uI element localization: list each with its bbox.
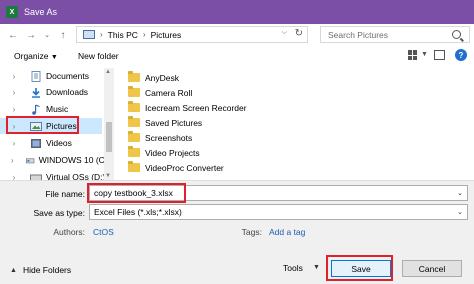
videos-icon — [31, 138, 41, 148]
add-tag-link[interactable]: Add a tag — [269, 227, 305, 237]
file-name-label: File name: — [45, 189, 85, 199]
excel-icon: X — [6, 6, 18, 18]
nav-item-downloads[interactable]: › Downloads — [0, 84, 110, 100]
folder-name: Camera Roll — [145, 87, 193, 98]
pictures-highlight-box — [6, 116, 79, 134]
this-pc-icon — [83, 30, 95, 39]
address-row: ← → ⌄ ↑ › This PC › Pictures ⌵ ↻ Search … — [0, 24, 474, 46]
nav-item-drive-c[interactable]: › WINDOWS 10 (C:) — [0, 152, 110, 168]
chevron-right-icon[interactable]: › — [143, 30, 146, 39]
search-input[interactable]: Search Pictures — [320, 26, 470, 43]
folder-name: Screenshots — [145, 132, 193, 143]
file-list: AnyDesk Camera Roll Icecream Screen Reco… — [128, 70, 474, 180]
preview-pane-icon[interactable] — [434, 50, 445, 60]
nav-item-documents[interactable]: › Documents — [0, 68, 110, 84]
nav-item-videos[interactable]: › Videos — [0, 135, 110, 151]
tools-menu[interactable]: Tools — [283, 263, 303, 273]
help-icon[interactable]: ? — [455, 49, 467, 61]
title-bar: X Save As — [0, 0, 474, 24]
folder-icon — [128, 101, 140, 112]
breadcrumb-pictures[interactable]: Pictures — [151, 30, 182, 40]
list-item[interactable]: VideoProc Converter — [128, 160, 224, 175]
list-item[interactable]: Camera Roll — [128, 85, 192, 100]
chevron-right-icon[interactable]: › — [100, 30, 103, 39]
save-as-type-label: Save as type: — [33, 208, 85, 218]
chevron-right-icon[interactable]: › — [8, 105, 20, 114]
chevron-right-icon[interactable]: › — [8, 156, 16, 165]
new-folder-button[interactable]: New folder — [78, 51, 119, 61]
chevron-right-icon[interactable]: › — [8, 173, 20, 181]
folder-name: AnyDesk — [145, 72, 180, 83]
scroll-up-icon[interactable]: ▲ — [105, 69, 111, 75]
nav-item-music[interactable]: › Music — [0, 101, 110, 117]
nav-label: Virtual OSs (D:) — [46, 172, 106, 180]
search-icon — [452, 30, 461, 39]
folder-name: Saved Pictures — [145, 117, 203, 128]
save-highlight-box — [326, 255, 393, 281]
nav-label: Downloads — [46, 87, 89, 97]
chevron-right-icon[interactable]: › — [8, 139, 20, 148]
list-item[interactable]: AnyDesk — [128, 70, 179, 85]
authors-label: Authors: — [53, 227, 85, 237]
cancel-button[interactable]: Cancel — [402, 260, 462, 277]
back-arrow-icon[interactable]: ← — [6, 26, 20, 44]
drive-icon — [30, 174, 42, 180]
scroll-thumb[interactable] — [106, 122, 112, 152]
list-item[interactable]: Video Projects — [128, 145, 200, 160]
nav-label: Videos — [46, 138, 72, 148]
hide-folders-button[interactable]: ▲ Hide Folders — [10, 265, 71, 275]
folder-icon — [128, 86, 140, 97]
list-item[interactable]: Saved Pictures — [128, 115, 202, 130]
recent-locations-chevron-icon[interactable]: ⌄ — [40, 26, 54, 44]
nav-label: Music — [46, 104, 69, 114]
tags-label: Tags: — [241, 227, 262, 237]
chevron-right-icon[interactable]: › — [8, 72, 20, 81]
folder-icon — [128, 71, 140, 82]
command-bar: Organize ▼ New folder ▼ ? — [0, 46, 474, 68]
save-panel: File name: copy testbook_3.xlsx ⌄ Save a… — [0, 180, 474, 284]
nav-item-drive-d[interactable]: › Virtual OSs (D:) — [0, 169, 110, 180]
nav-label: WINDOWS 10 (C:) — [38, 155, 110, 165]
save-as-type-select[interactable]: Excel Files (*.xls;*.xlsx) ⌄ — [89, 204, 468, 220]
organize-menu[interactable]: Organize ▼ — [14, 51, 58, 61]
hide-folders-label: Hide Folders — [22, 265, 72, 275]
folder-name: Icecream Screen Recorder — [145, 102, 247, 113]
folder-name: Video Projects — [145, 147, 200, 158]
change-view-icon[interactable] — [408, 50, 418, 60]
folder-icon — [128, 116, 140, 127]
chevron-down-icon[interactable]: ⌄ — [457, 189, 463, 197]
save-as-type-value: Excel Files (*.xls;*.xlsx) — [94, 207, 182, 217]
organize-label: Organize — [14, 51, 49, 61]
documents-icon — [31, 70, 41, 82]
chevron-right-icon[interactable]: › — [8, 88, 20, 97]
nav-scrollbar[interactable]: ▲ ▼ — [104, 68, 114, 180]
folder-icon — [128, 146, 140, 157]
chevron-down-icon[interactable]: ▼ — [421, 51, 428, 58]
music-icon — [32, 103, 40, 115]
folder-name: VideoProc Converter — [145, 162, 224, 173]
search-placeholder: Search Pictures — [328, 29, 388, 40]
list-item[interactable]: Icecream Screen Recorder — [128, 100, 247, 115]
up-arrow-icon[interactable]: ↑ — [56, 26, 70, 44]
chevron-down-icon: ▼ — [50, 54, 58, 61]
list-item[interactable]: Screenshots — [128, 130, 192, 145]
address-bar[interactable]: › This PC › Pictures ⌵ ↻ — [76, 26, 308, 43]
chevron-down-icon[interactable]: ▼ — [313, 264, 320, 271]
chevron-down-icon[interactable]: ⌵ — [282, 29, 287, 37]
chevron-down-icon[interactable]: ⌄ — [457, 208, 463, 216]
scroll-down-icon[interactable]: ▼ — [105, 173, 111, 179]
drive-icon — [26, 157, 35, 163]
nav-label: Documents — [46, 71, 89, 81]
file-name-highlight-box — [87, 183, 186, 203]
caret-up-icon: ▲ — [10, 266, 17, 274]
authors-value[interactable]: CtOS — [93, 227, 114, 237]
breadcrumb-this-pc[interactable]: This PC — [108, 30, 138, 40]
forward-arrow-icon[interactable]: → — [24, 26, 38, 44]
window-title: Save As — [24, 7, 58, 17]
downloads-icon — [32, 87, 40, 98]
folder-icon — [128, 131, 140, 142]
refresh-icon[interactable]: ↻ — [295, 28, 303, 39]
folder-icon — [128, 161, 140, 172]
